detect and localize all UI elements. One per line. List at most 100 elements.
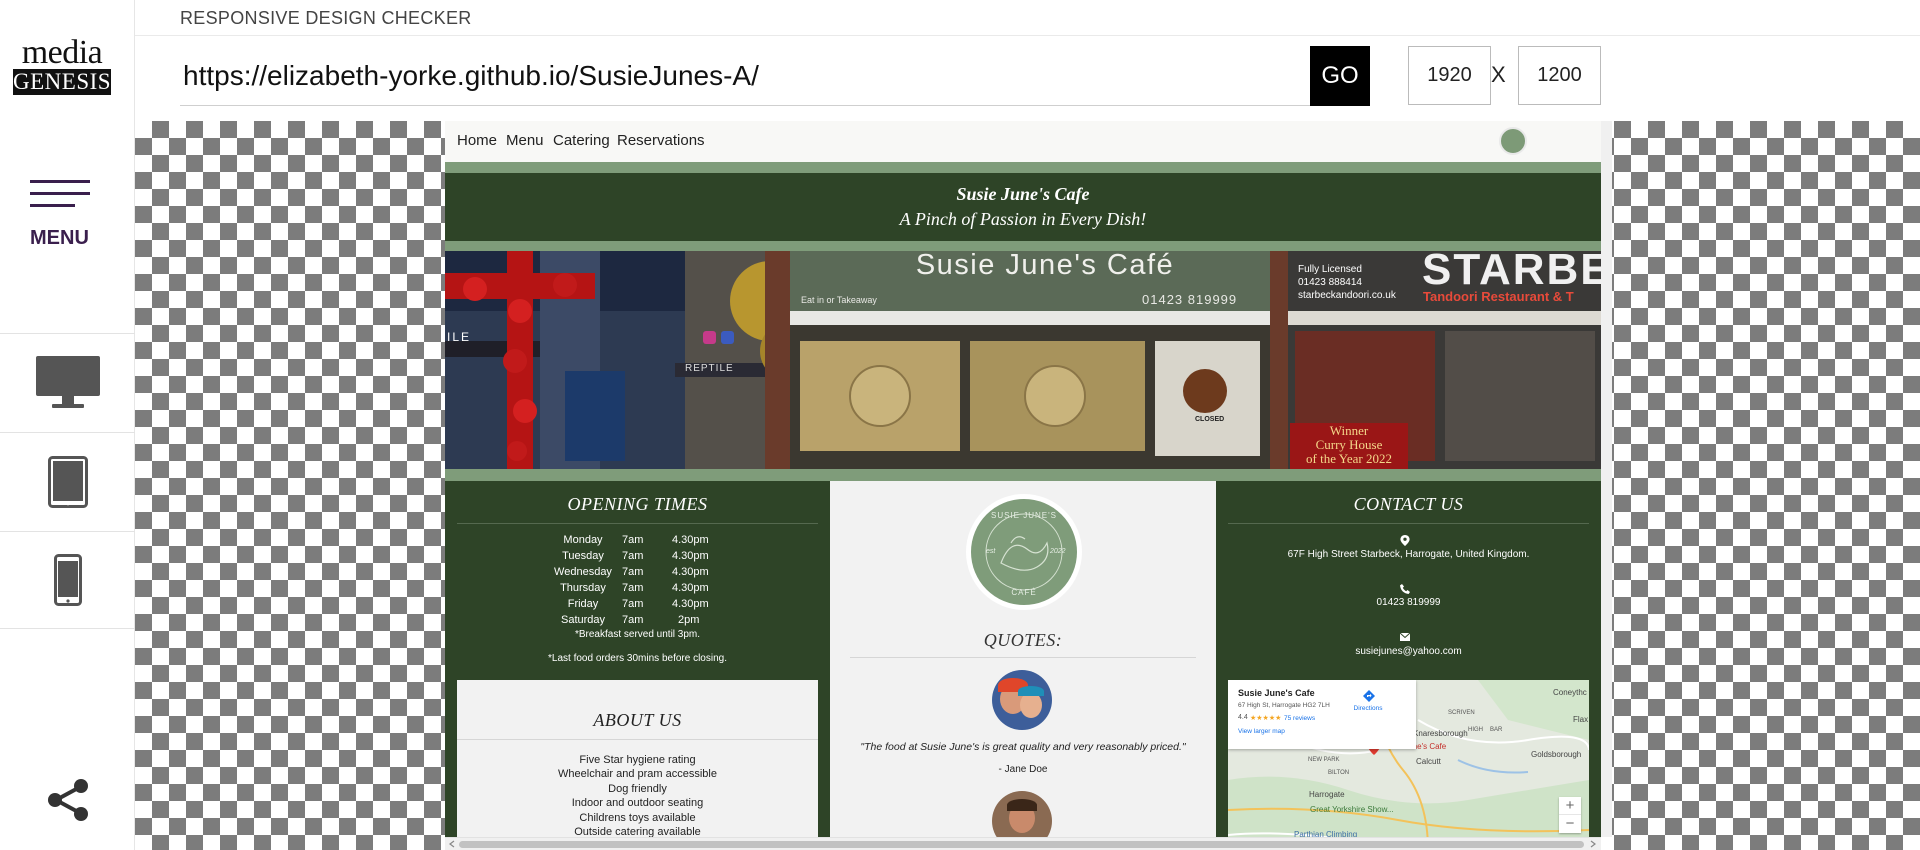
- hours-row: Wednesday 7am 4.30pm: [554, 566, 709, 578]
- logo-bottom-text: GENESIS: [13, 69, 112, 95]
- site-navbar: Home Menu Catering Reservations: [445, 121, 1601, 162]
- mobile-view-button[interactable]: [0, 531, 135, 629]
- preview-viewport: Home Menu Catering Reservations Susie Ju…: [135, 121, 1920, 850]
- contact-email[interactable]: susiejunes@yahoo.com: [1216, 646, 1601, 657]
- go-button[interactable]: GO: [1310, 46, 1370, 106]
- url-input[interactable]: [180, 46, 1310, 106]
- app-title: RESPONSIVE DESIGN CHECKER: [180, 8, 472, 28]
- dimension-separator: X: [1491, 62, 1506, 87]
- hamburger-icon: [30, 180, 90, 216]
- google-map[interactable]: Susie June's Cafe Knaresborough Calcutt …: [1228, 680, 1589, 850]
- share-icon[interactable]: [46, 778, 90, 822]
- contact-section: CONTACT US 67F High Street Starbeck, Har…: [1216, 481, 1601, 850]
- storefront-photo: Susie June's Café Eat in or Takeaway 014…: [445, 251, 1601, 469]
- hours-row: Friday 7am 4.30pm: [567, 598, 709, 610]
- scroll-thumb[interactable]: [459, 841, 1584, 848]
- last-orders-note: *Last food orders 30mins before closing.: [548, 653, 727, 664]
- map-label-coneythorpe: Coneythc: [1553, 688, 1587, 697]
- responsive-checker-app: media GENESIS MENU RESPONSIVE DESIGN CHE…: [0, 0, 1920, 850]
- map-zoom-controls: + −: [1559, 797, 1581, 833]
- about-us-heading: ABOUT US: [593, 710, 682, 730]
- breakfast-note: *Breakfast served until 3pm.: [574, 629, 701, 640]
- contact-address: 67F High Street Starbeck, Harrogate, Uni…: [1287, 549, 1530, 560]
- menu-button[interactable]: MENU: [0, 170, 135, 260]
- map-label-bar: BAR: [1490, 727, 1503, 733]
- map-place-card: Susie June's Cafe 67 High St, Harrogate …: [1228, 680, 1416, 749]
- shop-sign-phone: 01423 819999: [1142, 292, 1238, 307]
- closed-sign: CLOSED: [1195, 416, 1225, 423]
- opening-times-heading: OPENING TIMES: [567, 494, 708, 514]
- scroll-right-arrow-icon[interactable]: [1589, 840, 1597, 848]
- hero-banner: Susie June's Cafe A Pinch of Passion in …: [445, 173, 1601, 241]
- sidebar: media GENESIS MENU: [0, 0, 135, 850]
- hours-row: Thursday 7am 4.30pm: [560, 582, 709, 594]
- map-rating: 4.4: [1238, 714, 1248, 721]
- quote-text: "The food at Susie June's is great quali…: [860, 741, 1186, 753]
- left-shop-sign: ILE: [447, 330, 472, 344]
- map-rating-stars: ★★★★★: [1250, 715, 1282, 722]
- height-input[interactable]: [1518, 46, 1601, 105]
- horizontal-scrollbar[interactable]: [445, 837, 1601, 850]
- map-label-goldsborough: Goldsborough: [1531, 750, 1582, 759]
- envelope-icon: [1400, 633, 1410, 641]
- about-item: Wheelchair and pram accessible: [558, 768, 717, 780]
- hours-row: Tuesday 7am 4.30pm: [562, 550, 709, 562]
- badge-right-text: 2022: [1050, 548, 1066, 555]
- width-input[interactable]: [1408, 46, 1491, 105]
- decor-band: [445, 162, 1601, 173]
- decor-band: [445, 241, 1601, 251]
- zoom-out-button[interactable]: −: [1559, 815, 1581, 833]
- map-label-showground: Great Yorkshire Show...: [1310, 805, 1394, 814]
- hours-row: Monday 7am 4.30pm: [563, 534, 709, 546]
- map-reviews-link[interactable]: 75 reviews: [1284, 715, 1315, 722]
- badge-left-text: est: [986, 548, 996, 555]
- nav-link-home[interactable]: Home: [457, 132, 497, 149]
- about-item: Indoor and outdoor seating: [571, 797, 704, 809]
- decor-band: [445, 469, 1601, 481]
- divider: [850, 657, 1196, 658]
- reviewer-avatar: [992, 670, 1052, 730]
- divider: [457, 739, 818, 740]
- site-logo-icon[interactable]: [1499, 127, 1527, 155]
- about-us-section: ABOUT US Five Star hygiene rating Wheelc…: [457, 680, 818, 850]
- map-label-calcutt: Calcutt: [1416, 757, 1441, 766]
- desktop-icon: [35, 355, 100, 408]
- about-item: Dog friendly: [608, 783, 667, 795]
- scroll-left-arrow-icon[interactable]: [448, 840, 456, 848]
- about-item: Five Star hygiene rating: [579, 754, 696, 766]
- map-label-new-park: NEW PARK: [1308, 757, 1340, 763]
- restaurant-sub: Tandoori Restaurant & T: [1423, 289, 1574, 304]
- map-label-flax: Flax: [1573, 715, 1589, 724]
- zoom-in-button[interactable]: +: [1559, 797, 1581, 815]
- map-larger-link[interactable]: View larger map: [1238, 728, 1285, 735]
- opening-times-section: OPENING TIMES Monday 7am 4.30pm Tuesday …: [445, 481, 830, 850]
- logo-top-text: media: [21, 34, 103, 71]
- vertical-scrollbar[interactable]: [1601, 121, 1612, 837]
- hero-subtitle: A Pinch of Passion in Every Dish!: [899, 209, 1147, 229]
- contact-heading: CONTACT US: [1353, 494, 1464, 514]
- contact-phone[interactable]: 01423 819999: [1216, 597, 1601, 608]
- quotes-section: SUSIE JUNE'S CAFÉ est 2022 QUOTES: "The …: [830, 481, 1216, 850]
- nav-link-catering[interactable]: Catering: [553, 132, 610, 149]
- divider: [457, 523, 818, 524]
- quote-author: - Jane Doe: [998, 764, 1048, 775]
- nav-link-reservations[interactable]: Reservations: [617, 132, 705, 149]
- shop-sign-sub: Eat in or Takeaway: [801, 295, 877, 305]
- hero-title: Susie June's Cafe: [956, 184, 1090, 204]
- facebook-icon: [721, 331, 734, 344]
- tablet-view-button[interactable]: [0, 432, 135, 530]
- quotes-heading: QUOTES:: [983, 630, 1063, 650]
- map-directions-label[interactable]: Directions: [1348, 705, 1388, 712]
- map-label-high: HIGH: [1468, 727, 1483, 733]
- desktop-view-button[interactable]: [0, 333, 135, 431]
- hours-row: Saturday 7am 2pm: [560, 614, 700, 626]
- map-label-harrogate: Harrogate: [1309, 790, 1345, 799]
- directions-icon[interactable]: [1363, 690, 1375, 702]
- preview-frame[interactable]: Home Menu Catering Reservations Susie Ju…: [445, 121, 1612, 850]
- about-item: Childrens toys available: [579, 812, 696, 824]
- winner-banner: Winner Curry House of the Year 2022: [1306, 423, 1392, 466]
- media-genesis-logo[interactable]: media GENESIS: [13, 34, 112, 95]
- map-place-name: Susie June's Cafe: [1238, 688, 1315, 698]
- map-place-address: 67 High St, Harrogate HG2 7LH: [1238, 702, 1330, 709]
- nav-link-menu[interactable]: Menu: [506, 132, 544, 149]
